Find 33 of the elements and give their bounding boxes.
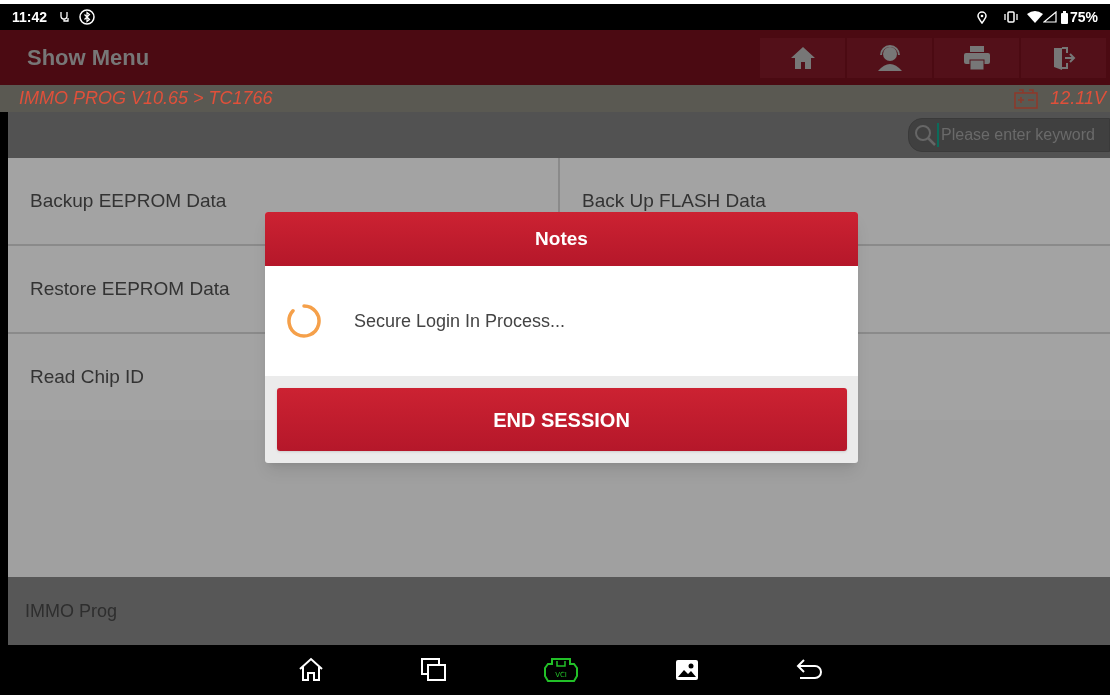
home-icon[interactable] <box>298 657 324 683</box>
exit-button[interactable] <box>1021 37 1106 78</box>
wifi-icon <box>1026 11 1043 23</box>
breadcrumb-path: IMMO PROG V10.65 > TC1766 <box>19 87 273 110</box>
dialog-title: Notes <box>535 226 588 251</box>
gallery-icon[interactable] <box>675 659 699 681</box>
dialog-message: Secure Login In Process... <box>354 309 566 333</box>
home-icon <box>789 44 816 71</box>
voltage-reading: 12.11V <box>1050 87 1106 110</box>
stethoscope-icon <box>59 11 72 23</box>
support-button[interactable] <box>847 37 932 78</box>
recent-apps-icon[interactable] <box>421 658 447 682</box>
menu-item[interactable]: Restore EEPROM Data <box>30 274 230 304</box>
back-icon[interactable] <box>796 659 824 681</box>
battery-icon <box>1060 10 1068 24</box>
menu-item[interactable]: Back Up FLASH Data <box>582 186 766 216</box>
print-icon <box>962 44 991 71</box>
end-session-button[interactable]: END SESSION <box>276 388 847 451</box>
bluetooth-icon <box>79 9 96 25</box>
signal-icon <box>1042 11 1057 23</box>
menu-item[interactable]: Backup EEPROM Data <box>30 186 227 216</box>
search-icon <box>913 123 937 147</box>
clock-time: 11:42 <box>12 7 48 27</box>
print-button[interactable] <box>934 37 1019 78</box>
home-button[interactable] <box>760 37 845 78</box>
loading-spinner-icon <box>286 303 322 339</box>
headset-person-icon <box>875 43 904 72</box>
menu-item[interactable]: Read Chip ID <box>30 362 145 392</box>
battery-percent: 75% <box>1069 7 1098 27</box>
vibrate-icon <box>1002 11 1019 23</box>
car-battery-icon <box>1014 88 1039 109</box>
page-title: Show Menu <box>27 44 150 72</box>
location-icon <box>976 10 987 24</box>
